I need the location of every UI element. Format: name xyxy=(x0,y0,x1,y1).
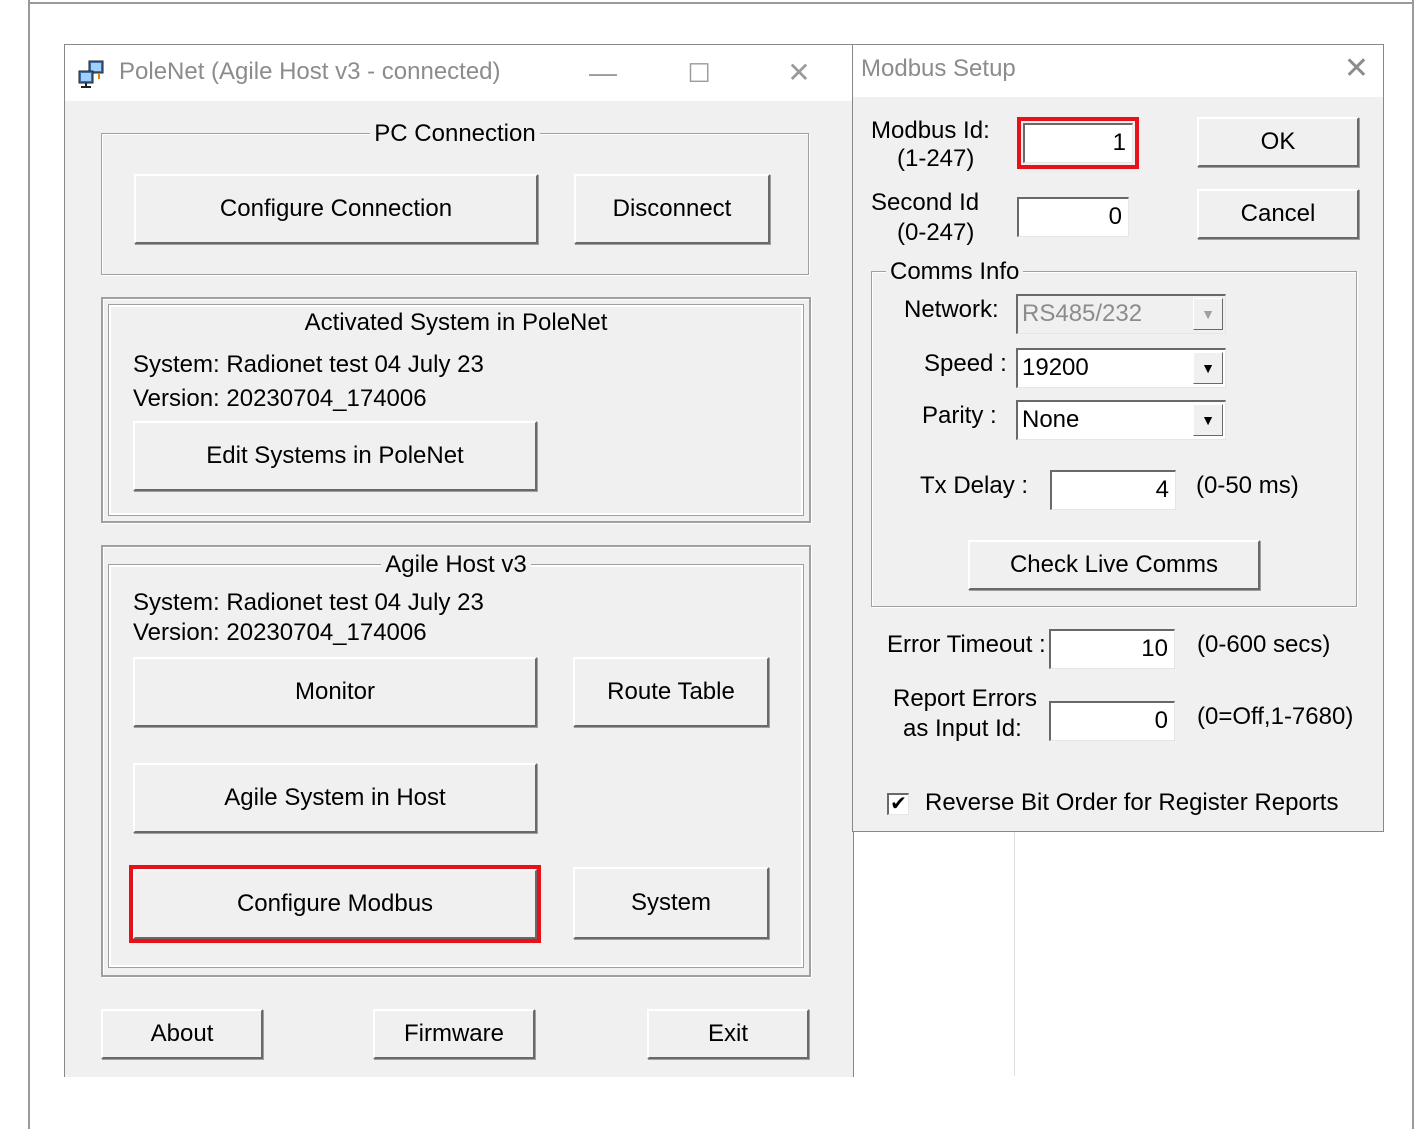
title-bar[interactable]: PoleNet (Agile Host v3 - connected) — ☐ … xyxy=(65,45,853,101)
exit-button[interactable]: Exit xyxy=(647,1009,809,1059)
second-id-label: Second Id xyxy=(871,189,980,216)
polenet-app-icon xyxy=(78,60,104,88)
comms-info-group: Comms Info Network: RS485/232 ▼ Speed : … xyxy=(871,258,1357,607)
error-timeout-label: Error Timeout : xyxy=(887,631,1046,658)
close-icon[interactable]: ✕ xyxy=(777,53,821,93)
dialog-close-icon[interactable]: ✕ xyxy=(1344,51,1369,86)
activated-system-name: System: Radionet test 04 July 23 xyxy=(133,351,484,378)
pc-connection-title: PC Connection xyxy=(370,120,540,147)
network-dropdown-icon: ▼ xyxy=(1193,298,1223,330)
network-select: RS485/232 ▼ xyxy=(1016,294,1226,334)
modbus-id-input[interactable]: 1 xyxy=(1017,117,1139,169)
reverse-bit-order-label[interactable]: Reverse Bit Order for Register Reports xyxy=(925,789,1338,817)
disconnect-button[interactable]: Disconnect xyxy=(574,174,770,244)
speed-value: 19200 xyxy=(1022,354,1089,381)
activated-system-group: Activated System in PoleNet System: Radi… xyxy=(101,297,811,523)
error-timeout-input[interactable]: 10 xyxy=(1049,629,1175,669)
configure-modbus-button[interactable]: Configure Modbus xyxy=(129,865,541,943)
frame-top-border xyxy=(28,2,1414,4)
frame-right-border xyxy=(1412,0,1414,1129)
modbus-id-label: Modbus Id: xyxy=(871,117,990,144)
second-id-range: (0-247) xyxy=(897,219,975,246)
tx-delay-label: Tx Delay : xyxy=(920,472,1029,499)
polenet-main-window: PoleNet (Agile Host v3 - connected) — ☐ … xyxy=(64,44,854,1077)
report-errors-label: Report Errors xyxy=(893,685,1038,712)
agile-host-version: Version: 20230704_174006 xyxy=(133,619,427,646)
activated-system-title: Activated System in PoleNet xyxy=(300,309,612,336)
parity-label: Parity : xyxy=(922,402,997,429)
report-errors-range: (0=Off,1-7680) xyxy=(1197,703,1354,730)
system-button[interactable]: System xyxy=(573,867,769,939)
tx-delay-input[interactable]: 4 xyxy=(1050,470,1176,510)
tx-delay-range: (0-50 ms) xyxy=(1196,472,1299,499)
configure-connection-button[interactable]: Configure Connection xyxy=(134,174,538,244)
window-title: PoleNet (Agile Host v3 - connected) xyxy=(119,58,501,85)
dialog-title: Modbus Setup xyxy=(861,55,1016,82)
minimize-icon[interactable]: — xyxy=(581,53,625,93)
parity-select[interactable]: None ▼ xyxy=(1016,400,1226,440)
agile-system-in-host-button[interactable]: Agile System in Host xyxy=(133,763,537,833)
report-errors-input[interactable]: 0 xyxy=(1049,701,1175,741)
speed-select[interactable]: 19200 ▼ xyxy=(1016,348,1226,388)
maximize-icon[interactable]: ☐ xyxy=(677,53,721,93)
error-timeout-range: (0-600 secs) xyxy=(1197,631,1331,658)
frame-left-border xyxy=(28,0,30,1129)
background-divider xyxy=(1014,830,1015,1076)
activated-system-version: Version: 20230704_174006 xyxy=(133,385,427,412)
parity-dropdown-icon[interactable]: ▼ xyxy=(1193,404,1223,436)
edit-systems-button[interactable]: Edit Systems in PoleNet xyxy=(133,421,537,491)
speed-label: Speed : xyxy=(924,350,1007,377)
parity-value: None xyxy=(1022,406,1080,433)
agile-host-title: Agile Host v3 xyxy=(381,551,531,578)
second-id-input[interactable]: 0 xyxy=(1017,197,1129,237)
report-errors-label-2: as Input Id: xyxy=(903,715,1022,742)
network-value: RS485/232 xyxy=(1022,300,1143,327)
monitor-button[interactable]: Monitor xyxy=(133,657,537,727)
modbus-setup-dialog: Modbus Setup ✕ Modbus Id: (1-247) 1 OK S… xyxy=(852,44,1384,832)
comms-info-title: Comms Info xyxy=(886,258,1024,285)
reverse-bit-order-checkbox[interactable]: ✔ xyxy=(887,793,909,815)
ok-button[interactable]: OK xyxy=(1197,117,1359,167)
agile-host-system-name: System: Radionet test 04 July 23 xyxy=(133,589,484,616)
check-live-comms-button[interactable]: Check Live Comms xyxy=(968,540,1260,590)
pc-connection-group: PC Connection Configure Connection Disco… xyxy=(101,120,809,275)
route-table-button[interactable]: Route Table xyxy=(573,657,769,727)
agile-host-group: Agile Host v3 System: Radionet test 04 J… xyxy=(101,545,811,977)
dialog-title-bar[interactable]: Modbus Setup ✕ xyxy=(853,45,1383,97)
network-label: Network: xyxy=(904,296,999,323)
about-button[interactable]: About xyxy=(101,1009,263,1059)
speed-dropdown-icon[interactable]: ▼ xyxy=(1193,352,1223,384)
cancel-button[interactable]: Cancel xyxy=(1197,189,1359,239)
firmware-button[interactable]: Firmware xyxy=(373,1009,535,1059)
modbus-id-range: (1-247) xyxy=(897,145,975,172)
